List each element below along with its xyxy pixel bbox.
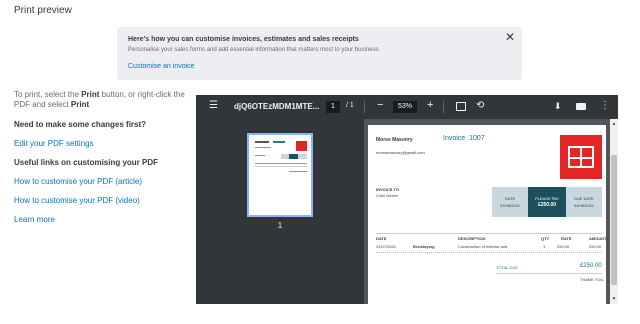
zoom-out-icon[interactable]: − xyxy=(377,99,383,111)
invoice-page: Morse Masonry Invoice 1007 morsemasonry@… xyxy=(368,125,607,304)
more-options-icon[interactable]: ⋮ xyxy=(600,100,610,111)
need-changes-heading: Need to make some changes first? xyxy=(14,120,147,129)
total-due-label: TOTAL DUE xyxy=(496,265,518,270)
date-box: DATE 07/08/2021 xyxy=(492,187,528,217)
instr-print-b: Print xyxy=(70,100,90,109)
column-amount: AMOUNT xyxy=(589,236,607,241)
toolbar-divider xyxy=(443,101,444,113)
logo-line xyxy=(580,146,582,168)
rotate-icon[interactable]: ⟲ xyxy=(476,100,484,111)
page-separator: / xyxy=(346,102,348,109)
company-email: morsemasonry@gmail.com xyxy=(376,150,425,155)
thank-you: THANK YOU. xyxy=(580,277,605,282)
please-pay-label: PLEASE PAY xyxy=(534,196,560,201)
company-name: Morse Masonry xyxy=(376,137,413,143)
due-date-label: DUE DATE xyxy=(574,196,594,201)
please-pay-value: £250.00 xyxy=(537,202,557,208)
customise-invoice-link[interactable]: Customise an invoice xyxy=(128,63,195,70)
learn-more-link[interactable]: Learn more xyxy=(14,215,194,224)
invoice-to-label: INVOICE TO xyxy=(376,187,400,192)
page-total: / 1 xyxy=(346,102,354,109)
edit-pdf-settings-link[interactable]: Edit your PDF settings xyxy=(14,139,194,148)
document-name: djQ6OTEzMDM1MTE... xyxy=(234,102,320,111)
row-item: Bricklaying xyxy=(413,244,435,249)
instr-print-a: Print xyxy=(81,90,100,99)
row-date: 21/07/2021 xyxy=(376,244,397,249)
column-qty: QTY xyxy=(541,236,550,241)
banner-title: Here's how you can customise invoices, e… xyxy=(128,36,359,43)
due-date-value: 04/08/2021 xyxy=(573,203,595,208)
due-date-box: DUE DATE 04/08/2021 xyxy=(566,187,602,217)
page-count: 1 xyxy=(349,102,354,109)
row-rate: 250.00 xyxy=(557,244,570,249)
customise-video-link[interactable]: How to customise your PDF (video) xyxy=(14,196,194,205)
banner-text: Personalise your sales forms and add ess… xyxy=(128,47,381,53)
print-icon[interactable] xyxy=(576,103,586,110)
total-divider xyxy=(496,273,602,274)
download-icon[interactable]: ⬇ xyxy=(554,101,562,112)
date-value: 07/08/2021 xyxy=(499,203,521,208)
page-title: Print preview xyxy=(14,5,72,16)
row-amount: 250.00 xyxy=(589,244,602,249)
page-number-input[interactable]: 1 xyxy=(326,101,340,113)
instr-text-a: To print, select the xyxy=(14,90,82,99)
pdf-toolbar: ☰ djQ6OTEzMDM1MTE... 1 / 1 − 53% + ⟲ ⬇ ⋮ xyxy=(196,95,618,119)
zoom-in-icon[interactable]: + xyxy=(427,99,433,111)
pdf-viewer[interactable]: ☰ djQ6OTEzMDM1MTE... 1 / 1 − 53% + ⟲ ⬇ ⋮… xyxy=(196,95,618,304)
column-description: DESCRIPTION xyxy=(458,236,486,241)
customise-article-link[interactable]: How to customise your PDF (article) xyxy=(14,177,194,186)
company-logo xyxy=(560,135,602,179)
scroll-down-icon[interactable]: ▼ xyxy=(611,296,617,302)
thumbnail-panel: 1 xyxy=(196,119,364,304)
scroll-thumb[interactable] xyxy=(611,155,617,285)
table-divider xyxy=(376,233,602,234)
customise-banner: Here's how you can customise invoices, e… xyxy=(117,27,522,80)
useful-links-heading: Useful links on customising your PDF xyxy=(14,158,159,167)
invoice-title: Invoice xyxy=(443,135,466,142)
column-date: DATE xyxy=(376,236,387,241)
page-thumbnail[interactable] xyxy=(247,133,313,217)
invoice-to-name: Colin Dexter xyxy=(376,193,399,198)
column-rate: RATE xyxy=(561,236,572,241)
date-label: DATE xyxy=(504,196,516,201)
row-description: Construction of exterior wall xyxy=(458,244,508,249)
zoom-input[interactable]: 53% xyxy=(393,101,417,113)
row-qty: 1 xyxy=(543,244,546,249)
toolbar-divider xyxy=(364,101,365,113)
thumbnail-page-number: 1 xyxy=(277,221,283,230)
scroll-up-icon[interactable]: ▲ xyxy=(611,121,617,127)
row-divider xyxy=(376,252,602,253)
close-icon[interactable]: ✕ xyxy=(505,31,515,43)
print-instructions: To print, select the Print button, or ri… xyxy=(14,90,194,110)
print-help-panel: To print, select the Print button, or ri… xyxy=(14,90,194,224)
invoice-number: 1007 xyxy=(469,135,485,142)
vertical-scrollbar[interactable]: ▲ ▼ xyxy=(610,119,618,304)
fit-to-page-icon[interactable] xyxy=(456,102,466,111)
total-due-value: £250.00 xyxy=(580,263,602,269)
menu-icon[interactable]: ☰ xyxy=(209,100,218,111)
invoice-heading: Invoice 1007 xyxy=(443,135,485,142)
please-pay-box: PLEASE PAY £250.00 xyxy=(528,187,566,217)
